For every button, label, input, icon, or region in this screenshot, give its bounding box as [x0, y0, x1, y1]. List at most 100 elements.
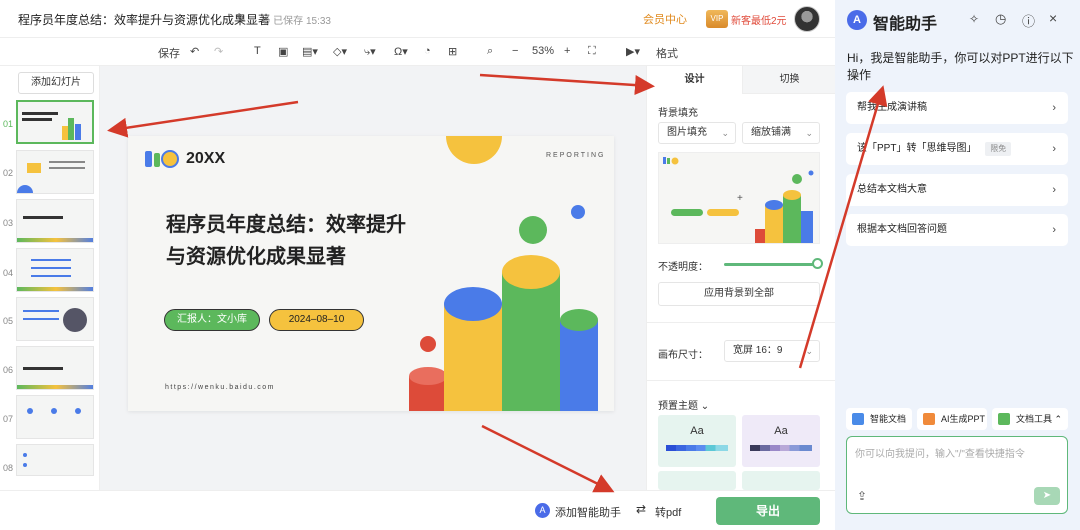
chevron-right-icon: ›	[1052, 143, 1056, 155]
slide-thumbnail-2[interactable]	[16, 150, 94, 194]
slide-thumbnail-8[interactable]	[16, 444, 94, 476]
zoom-level[interactable]: 53%	[532, 45, 554, 57]
date-pill[interactable]: 2024–08–10	[269, 309, 364, 331]
fit-screen-icon[interactable]: ⛶	[588, 45, 596, 58]
slide-number: 03	[3, 218, 14, 228]
chevron-up-icon: ⌃	[1054, 414, 1063, 424]
zoom-in-button[interactable]: +	[564, 45, 570, 57]
slide-number: 08	[3, 463, 14, 473]
chevron-down-icon: ⌄	[700, 401, 710, 412]
chevron-down-icon: ⌄	[805, 346, 813, 356]
redo-icon[interactable]: ↷	[214, 45, 223, 58]
search-icon[interactable]: ⌕	[487, 45, 493, 58]
play-icon[interactable]: ▶▾	[626, 45, 640, 58]
save-button[interactable]: 保存	[158, 45, 180, 61]
action-ppt-to-mindmap[interactable]: 该「PPT」转「思维导图」 限免 ›	[846, 133, 1068, 165]
fill-mode-select[interactable]: 缩放铺满 ⌄	[742, 122, 820, 144]
slide-main[interactable]: 20XX REPORTING 程序员年度总结：效率提升与资源优化成果显著 汇报人…	[128, 136, 614, 411]
assistant-input[interactable]: 你可以向我提问，输入"/"查看快捷指令 ⇪ ➤	[846, 436, 1068, 514]
chevron-right-icon: ›	[1052, 184, 1056, 196]
slide-thumbnail-3[interactable]	[16, 199, 94, 243]
add-slide-button[interactable]: 添加幻灯片	[18, 72, 94, 94]
tab-design[interactable]: 设计	[647, 66, 742, 94]
connector-icon[interactable]: ⤷▾	[364, 45, 376, 59]
theme-card-2[interactable]: Aa	[742, 415, 820, 467]
bg-fill-label: 背景填充	[658, 108, 698, 119]
slide-reporting-label: REPORTING	[546, 152, 606, 159]
vip-promo[interactable]: VIP 新客最低2元	[706, 8, 787, 30]
grid-icon[interactable]: ⊞	[448, 45, 457, 58]
assistant-title: 智能助手	[873, 16, 938, 33]
slide-title[interactable]: 程序员年度总结：效率提升与资源优化成果显著	[166, 208, 406, 272]
chip-label: 智能文档	[870, 414, 907, 424]
document-title[interactable]: 程序员年度总结：效率提升与资源优化成果显著	[18, 11, 270, 28]
design-panel: 设计 切换 背景填充 图片填充 ⌄ 缩放铺满 ⌄ + 不透明度： 应用背景到全部 画…	[646, 66, 836, 490]
apply-background-all-button[interactable]: 应用背景到全部	[658, 282, 820, 306]
chip-label: 文档工具	[1016, 414, 1053, 424]
slide-thumbnail-7[interactable]	[16, 395, 94, 439]
preset-theme-label[interactable]: 预置主题 ⌄	[658, 397, 709, 412]
text-box-icon[interactable]: T	[254, 45, 261, 57]
chevron-right-icon: ›	[1052, 102, 1056, 114]
slide-number: 05	[3, 316, 14, 326]
action-generate-speech[interactable]: 帮我生成演讲稿 ›	[846, 92, 1068, 124]
send-icon[interactable]: ➤	[1034, 487, 1060, 505]
slide-number: 04	[3, 268, 14, 278]
history-icon[interactable]: ◷	[995, 11, 1006, 27]
table-insert-icon[interactable]: ▤▾	[302, 45, 318, 58]
opacity-slider-track[interactable]	[724, 263, 818, 266]
shape-icon[interactable]: ◇▾	[333, 45, 347, 58]
action-answer-questions[interactable]: 根据本文档回答问题 ›	[846, 214, 1068, 246]
fill-type-select[interactable]: 图片填充 ⌄	[658, 122, 736, 144]
action-label: 该「PPT」转「思维导图」	[857, 143, 977, 154]
chevron-down-icon: ⌄	[805, 128, 813, 138]
format-button[interactable]: 格式	[656, 45, 678, 61]
user-avatar[interactable]	[794, 6, 820, 32]
assistant-input-placeholder: 你可以向我提问，输入"/"查看快捷指令	[855, 449, 1025, 460]
fill-type-value: 图片填充	[667, 127, 707, 138]
slide-thumbnail-4[interactable]	[16, 248, 94, 292]
slide-thumbnail-5[interactable]	[16, 297, 94, 341]
add-assistant-button[interactable]: 添加智能助手	[555, 504, 621, 520]
member-center-link[interactable]: 会员中心	[643, 11, 687, 27]
theme-card-1[interactable]: Aa	[658, 415, 736, 467]
action-label: 根据本文档回答问题	[857, 224, 947, 235]
help-icon[interactable]: ⓘ	[1022, 11, 1035, 30]
slide-thumbnail-1[interactable]	[16, 100, 94, 144]
theme-card-4[interactable]	[742, 471, 820, 490]
chevron-right-icon: ›	[1052, 224, 1056, 236]
slide-number: 02	[3, 168, 14, 178]
chevron-down-icon: ⌄	[721, 128, 729, 138]
reporter-pill[interactable]: 汇报人：文小库	[164, 309, 260, 331]
symbol-icon[interactable]: Ω▾	[394, 45, 408, 58]
export-button[interactable]: 导出	[716, 497, 820, 525]
convert-pdf-button[interactable]: 转pdf	[655, 504, 681, 520]
save-status: ⊙ 已保存 15:33	[262, 12, 331, 27]
canvas-size-value: 宽屏 16：9	[733, 345, 783, 356]
canvas-size-select[interactable]: 宽屏 16：9 ⌄	[724, 340, 820, 362]
zoom-out-button[interactable]: −	[512, 45, 518, 57]
chart-icon[interactable]: ◔	[424, 45, 431, 57]
upload-icon[interactable]: ⇪	[857, 489, 867, 503]
save-status-text: 已保存 15:33	[273, 16, 331, 27]
chip-label: AI生成PPT	[941, 414, 986, 424]
undo-icon[interactable]: ↶	[190, 45, 199, 58]
opacity-slider-handle[interactable]	[812, 258, 823, 269]
chip-smart-doc[interactable]: 智能文档	[846, 408, 912, 430]
action-summarize[interactable]: 总结本文档大意 ›	[846, 174, 1068, 206]
edit-title-icon[interactable]: ✎	[236, 11, 246, 25]
theme-sample-text: Aa	[690, 425, 704, 437]
tab-transition[interactable]: 切换	[742, 66, 836, 94]
pin-icon[interactable]: ✧	[969, 12, 979, 26]
background-preview[interactable]: +	[658, 152, 820, 244]
assistant-logo-icon: A	[535, 503, 550, 518]
theme-card-3[interactable]	[658, 471, 736, 490]
close-icon[interactable]: ×	[1049, 10, 1057, 26]
image-icon[interactable]: ▣	[278, 45, 288, 58]
bottom-bar: A 添加智能助手 ⇄ 转pdf 导出	[0, 490, 835, 530]
vip-badge-icon: VIP	[706, 10, 728, 28]
chip-ai-ppt[interactable]: AI生成PPT	[917, 408, 987, 430]
chip-doc-tools[interactable]: 文档工具 ⌃	[992, 408, 1068, 430]
slide-thumbnail-6[interactable]	[16, 346, 94, 390]
action-label: 帮我生成演讲稿	[857, 102, 927, 113]
